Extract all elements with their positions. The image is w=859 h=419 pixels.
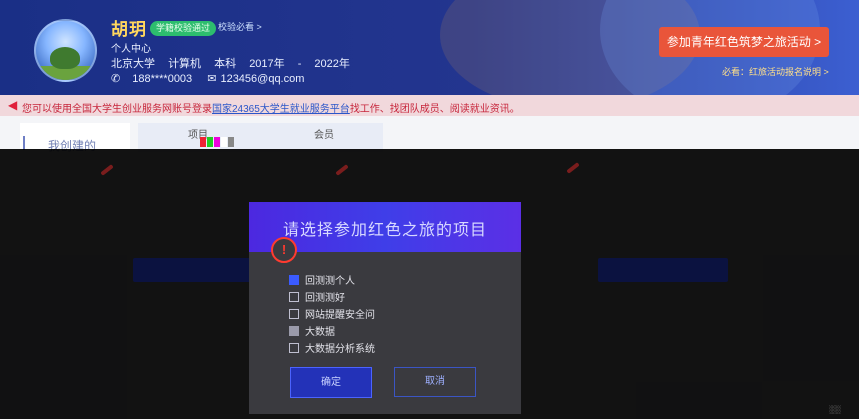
dialog-title: 请选择参加红色之旅的项目 xyxy=(282,222,487,239)
warning-icon: ! xyxy=(271,237,297,263)
mail-icon: ✉ xyxy=(207,73,217,85)
option-label: 回测测好 xyxy=(305,293,345,304)
major-name: 计算机 xyxy=(168,58,202,70)
notice-bar: ◀ 您可以使用全国大学生创业服务网账号登录国家24365大学生就业服务平台找工作… xyxy=(0,95,859,116)
cancel-button[interactable]: 取消 xyxy=(394,367,476,397)
checkbox[interactable] xyxy=(289,292,299,303)
table-header-row xyxy=(138,123,383,152)
phone-number: 188****0003 xyxy=(132,73,193,85)
option-label: 回测测个人 xyxy=(305,276,355,287)
user-name: 胡玥 xyxy=(111,20,147,39)
project-option[interactable]: 大数据分析系统 xyxy=(289,340,375,355)
notice-prefix: 您可以使用全国大学生创业服务网账号登录 xyxy=(22,104,212,115)
column-member: 会员 xyxy=(314,130,334,141)
notice-platform-link[interactable]: 国家24365大学生就业服务平台 xyxy=(212,104,350,115)
card-action-button xyxy=(598,258,728,282)
option-label: 大数据分析系统 xyxy=(305,344,375,355)
join-red-tour-button[interactable]: 参加青年红色筑梦之旅活动 > xyxy=(659,27,829,57)
profile-header: 胡玥 学籍校验通过 校验必看 > 个人中心 北京大学 计算机 本科 2017年 … xyxy=(0,0,859,95)
notice-suffix: 找工作、找团队成员、阅读就业资讯。 xyxy=(349,104,520,115)
verify-guide-link[interactable]: 校验必看 > xyxy=(218,20,262,33)
confirm-button[interactable]: 确定 xyxy=(290,367,372,398)
project-option[interactable]: 回测测个人 xyxy=(289,272,355,287)
checkbox[interactable] xyxy=(289,309,299,320)
activity-guide-link[interactable]: 必看：红旅活动报名说明 > xyxy=(722,65,829,78)
education-info: 北京大学 计算机 本科 2017年 - 2022年 xyxy=(111,55,350,71)
notice-text: 您可以使用全国大学生创业服务网账号登录国家24365大学生就业服务平台找工作、找… xyxy=(22,100,520,115)
thumbnail-strip xyxy=(200,134,260,147)
email-address: 123456@qq.com xyxy=(220,73,305,85)
personal-center-label: 个人中心 xyxy=(111,44,151,55)
scroll-grip-icon: ░░ xyxy=(829,405,841,414)
verified-badge: 学籍校验通过 xyxy=(150,21,217,36)
study-years: 2017年 - 2022年 xyxy=(249,58,350,70)
school-name: 北京大学 xyxy=(111,58,155,70)
phone-icon: ✆ xyxy=(111,73,121,85)
project-option[interactable]: 网站提醒安全问 xyxy=(289,306,375,321)
card-action-button xyxy=(133,258,263,282)
speaker-icon: ◀ xyxy=(8,98,18,112)
option-label: 网站提醒安全问 xyxy=(305,310,375,321)
avatar[interactable] xyxy=(34,19,97,82)
degree-level: 本科 xyxy=(214,58,237,70)
option-label: 大数据 xyxy=(305,327,335,338)
active-tab-indicator xyxy=(23,136,25,150)
project-option[interactable]: 大数据 xyxy=(289,323,335,338)
checkbox[interactable] xyxy=(289,326,299,337)
contact-info: ✆ 188****0003 ✉ 123456@qq.com xyxy=(111,72,316,85)
checkbox[interactable] xyxy=(289,275,299,286)
checkbox[interactable] xyxy=(289,343,299,354)
avatar-tree xyxy=(50,47,80,69)
project-option[interactable]: 回测测好 xyxy=(289,289,345,304)
